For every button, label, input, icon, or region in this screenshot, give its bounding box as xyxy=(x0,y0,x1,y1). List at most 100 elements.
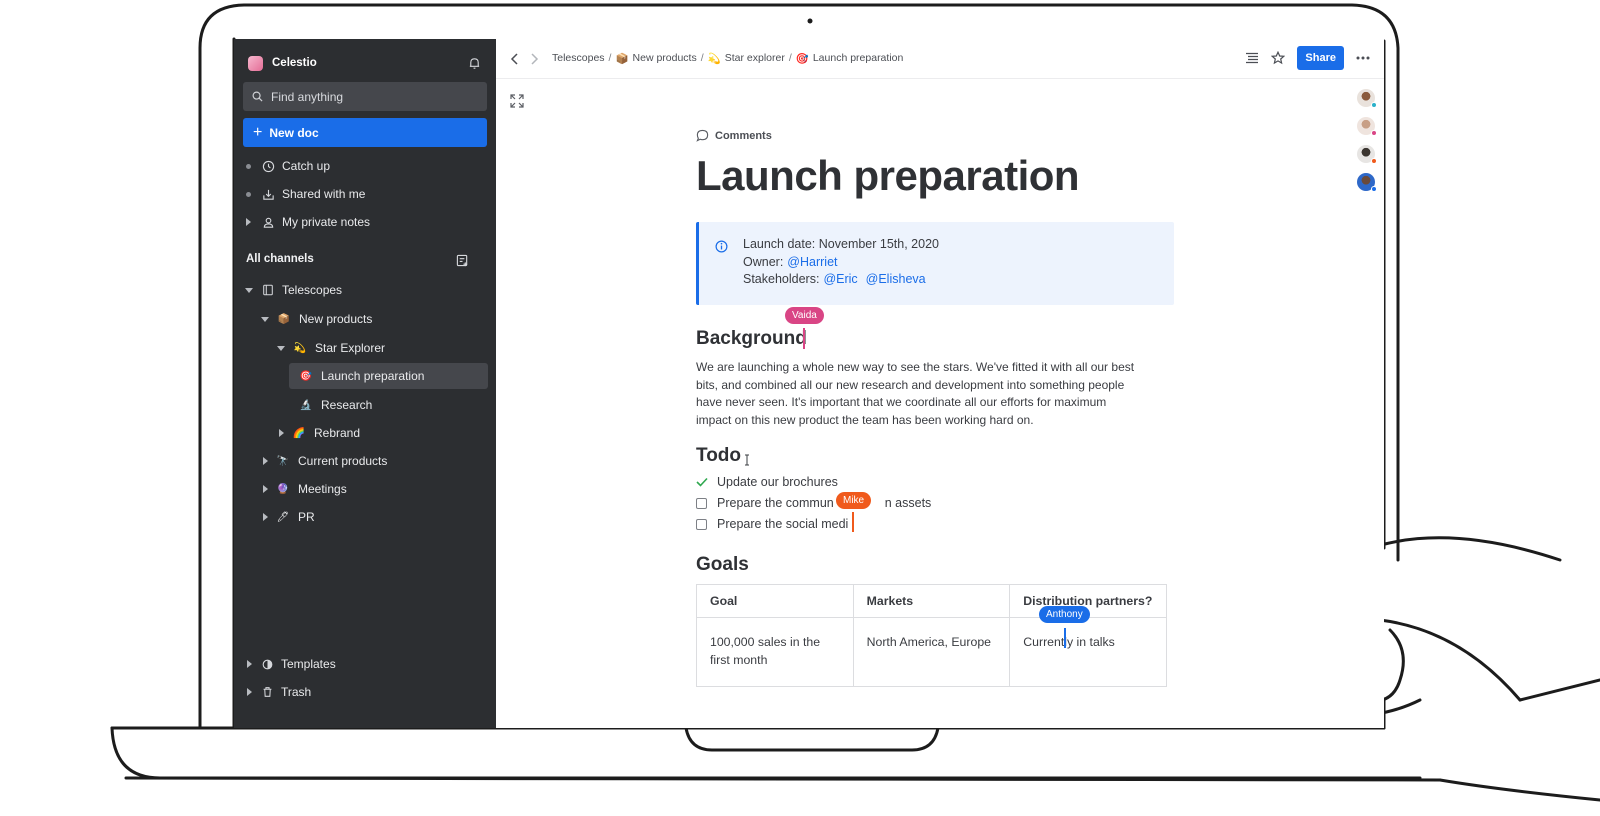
templates-icon xyxy=(260,657,274,671)
expand-arrow-icon[interactable] xyxy=(247,660,252,668)
target-icon: 🎯 xyxy=(795,53,809,65)
sidebar-item-current-products[interactable]: 🔭 Current products xyxy=(263,448,387,474)
table-cell-goal[interactable]: 100,000 sales in the first month xyxy=(696,617,854,687)
checkbox[interactable] xyxy=(696,497,707,509)
sidebar-item-star-explorer[interactable]: 💫 Star Explorer xyxy=(277,335,385,361)
breadcrumb-new-products[interactable]: New products xyxy=(633,52,697,65)
expand-arrow-icon[interactable] xyxy=(247,688,252,696)
column-header-goal[interactable]: Goal xyxy=(696,584,854,618)
sidebar-header: Celestio xyxy=(248,53,482,73)
checkbox[interactable] xyxy=(696,518,707,530)
comments-button[interactable]: Comments xyxy=(696,129,1174,142)
table-cell-partners[interactable]: Currently in talks xyxy=(1009,617,1167,687)
text-cursor-icon xyxy=(745,454,749,466)
checkmark-icon[interactable] xyxy=(696,477,708,487)
mention-eric[interactable]: @Eric xyxy=(823,272,857,286)
top-bar: Telescopes / 📦 New products / 💫 Star exp… xyxy=(496,39,1384,79)
anthony-cursor-caret xyxy=(1064,628,1066,648)
back-arrow-icon[interactable] xyxy=(510,53,520,65)
mention-harriet[interactable]: @Harriet xyxy=(787,255,837,269)
outline-list-icon[interactable] xyxy=(1245,52,1259,64)
todo-item[interactable]: Update our brochures xyxy=(696,475,838,489)
expand-fullscreen-icon[interactable] xyxy=(510,94,524,108)
avatar[interactable] xyxy=(1357,145,1377,164)
background-heading[interactable]: Background xyxy=(696,328,807,350)
sidebar-item-shared-with-me[interactable]: Shared with me xyxy=(246,181,365,207)
expand-arrow-icon[interactable] xyxy=(279,429,284,437)
goals-heading[interactable]: Goals xyxy=(696,554,749,576)
sidebar-item-label: Research xyxy=(321,398,373,412)
new-channel-icon[interactable] xyxy=(456,254,469,270)
sidebar-item-label: Telescopes xyxy=(282,283,343,297)
breadcrumb: Telescopes / 📦 New products / 💫 Star exp… xyxy=(552,52,903,65)
todo-label: Prepare the social medi xyxy=(717,517,849,531)
star-icon[interactable] xyxy=(1271,51,1286,65)
sidebar-item-rebrand[interactable]: 🌈 Rebrand xyxy=(279,420,360,446)
sidebar-item-telescopes[interactable]: Telescopes xyxy=(245,277,342,303)
sidebar-item-label: New products xyxy=(299,312,373,326)
sidebar-item-research[interactable]: 🔬 Research xyxy=(299,392,373,418)
background-line: have never seen. It's important that we … xyxy=(696,395,1107,409)
notifications-bell-icon[interactable] xyxy=(466,55,482,71)
sidebar-item-label: Catch up xyxy=(282,159,331,173)
app-logo xyxy=(248,55,263,71)
todo-label: Update our brochures xyxy=(717,475,838,489)
bullet-icon xyxy=(246,163,251,169)
sidebar-item-launch-preparation[interactable]: 🎯 Launch preparation xyxy=(289,363,488,389)
page-title[interactable]: Launch preparation xyxy=(696,152,1174,200)
mention-elisheva[interactable]: @Elisheva xyxy=(866,272,926,286)
cell-text: 100,000 sales in the xyxy=(710,635,821,649)
bullet-icon xyxy=(246,191,251,197)
background-line: impact on this new product the team has … xyxy=(696,412,1034,427)
expand-arrow-icon[interactable] xyxy=(263,457,268,465)
all-channels-heading: All channels xyxy=(246,253,314,265)
collapse-arrow-icon[interactable] xyxy=(277,345,285,351)
share-button[interactable]: Share xyxy=(1297,46,1344,70)
sidebar-item-private-notes[interactable]: My private notes xyxy=(246,209,370,235)
collapse-arrow-icon[interactable] xyxy=(261,316,269,322)
sidebar-item-trash[interactable]: Trash xyxy=(247,679,311,705)
more-options-icon[interactable] xyxy=(1356,56,1370,60)
package-icon: 📦 xyxy=(615,53,629,65)
sidebar-item-label: Templates xyxy=(281,657,336,671)
expand-arrow-icon[interactable] xyxy=(263,485,268,493)
breadcrumb-launch-preparation[interactable]: Launch preparation xyxy=(813,52,904,65)
sidebar-item-label: Rebrand xyxy=(314,426,361,440)
todo-heading[interactable]: Todo xyxy=(696,445,741,467)
avatar[interactable] xyxy=(1357,89,1377,108)
stakeholders-label: Stakeholders: xyxy=(743,272,820,286)
history-navigation xyxy=(510,53,539,65)
avatar[interactable] xyxy=(1357,173,1377,192)
sidebar-item-new-products[interactable]: 📦 New products xyxy=(261,306,372,332)
forward-arrow-icon[interactable] xyxy=(529,53,539,65)
new-doc-button[interactable]: + New doc xyxy=(243,118,487,147)
background-line: We are launching a whole new way to see … xyxy=(696,360,1135,374)
clock-icon xyxy=(261,159,275,173)
sidebar-item-templates[interactable]: Templates xyxy=(247,651,336,677)
expand-arrow-icon[interactable] xyxy=(263,513,268,521)
main-content: Telescopes / 📦 New products / 💫 Star exp… xyxy=(496,39,1384,728)
crystal-ball-icon: 🔮 xyxy=(276,483,290,495)
inbox-download-icon xyxy=(261,187,275,201)
avatar[interactable] xyxy=(1357,117,1377,136)
sidebar-item-catch-up[interactable]: Catch up xyxy=(246,153,330,179)
table-cell-markets[interactable]: North America, Europe xyxy=(852,617,1011,687)
expand-arrow-icon[interactable] xyxy=(246,218,251,226)
vaida-cursor-caret xyxy=(803,328,805,349)
sidebar-item-meetings[interactable]: 🔮 Meetings xyxy=(263,476,347,502)
todo-item[interactable]: Prepare the commun n assets xyxy=(696,496,931,510)
dizzy-star-icon: 💫 xyxy=(293,342,307,354)
person-icon xyxy=(261,215,275,229)
collapse-arrow-icon[interactable] xyxy=(245,287,253,293)
search-input[interactable]: Find anything xyxy=(243,82,487,111)
rainbow-icon: 🌈 xyxy=(292,427,306,439)
new-doc-label: New doc xyxy=(269,125,319,140)
breadcrumb-star-explorer[interactable]: Star explorer xyxy=(725,52,785,65)
breadcrumb-telescopes[interactable]: Telescopes xyxy=(552,52,605,65)
sidebar-item-pr[interactable]: 🖊 PR xyxy=(263,504,315,530)
todo-item[interactable]: Prepare the social medi xyxy=(696,517,848,531)
dizzy-star-icon: 💫 xyxy=(707,53,721,65)
column-header-markets[interactable]: Markets xyxy=(852,584,1011,618)
background-paragraph[interactable]: We are launching a whole new way to see … xyxy=(696,359,1174,429)
notebook-icon xyxy=(261,283,275,297)
